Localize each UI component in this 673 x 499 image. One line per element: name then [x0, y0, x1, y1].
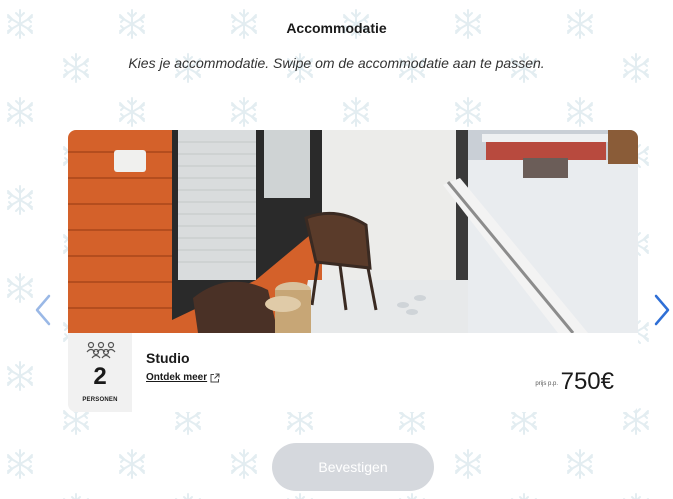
persons-label: PERSONEN: [82, 397, 118, 403]
people-group-icon: [86, 341, 116, 359]
external-link-icon: [210, 373, 220, 382]
chevron-left-icon[interactable]: [33, 293, 53, 327]
chevron-right-icon[interactable]: [652, 293, 672, 327]
accommodation-card[interactable]: 2 PERSONEN Studio Ontdek meer prijs p.p.…: [68, 130, 638, 412]
discover-more-label: Ontdek meer: [146, 372, 208, 383]
accommodation-info: 2 PERSONEN Studio Ontdek meer prijs p.p.…: [68, 333, 638, 412]
accommodation-photo: [68, 130, 638, 333]
persons-count: 2: [93, 363, 107, 390]
accommodation-name: Studio: [146, 350, 190, 366]
confirm-button[interactable]: Bevestigen: [272, 443, 434, 491]
page-subtitle: Kies je accommodatie. Swipe om de accomm…: [128, 55, 545, 71]
price-value: 750€: [560, 368, 614, 395]
page-title: Accommodatie: [286, 20, 387, 36]
persons-box: 2 PERSONEN: [68, 333, 132, 412]
price-prefix: prijs p.p.: [535, 381, 558, 387]
discover-more-link[interactable]: Ontdek meer: [146, 372, 220, 383]
